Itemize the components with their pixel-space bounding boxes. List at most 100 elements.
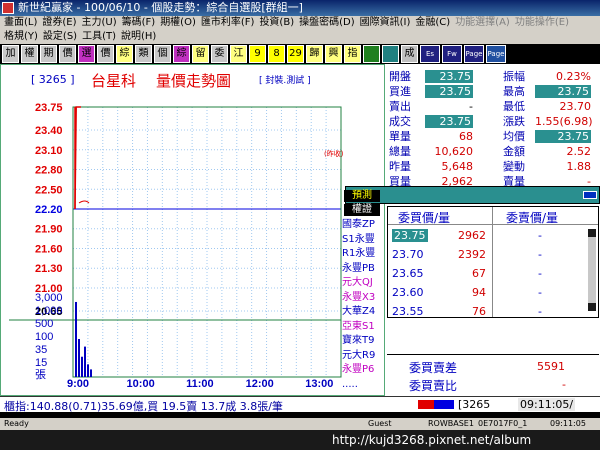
bid-price: 23.70 <box>392 248 424 261</box>
toolbar-button[interactable]: 29 <box>287 45 304 63</box>
bid-price: 23.75 <box>392 229 428 242</box>
quote-label: 成交 <box>389 115 411 128</box>
menu-item[interactable]: 畫面(L) <box>4 16 37 30</box>
ask-entry: - <box>538 286 542 299</box>
toolbar-button[interactable] <box>382 45 399 63</box>
scroll-down-arrow[interactable] <box>588 303 596 311</box>
menu-row-secondary: 格規(Y) 設定(S) 工具(T) 說明(H) <box>4 30 161 44</box>
toolbar-button[interactable]: 權 <box>21 45 38 63</box>
broker-item[interactable]: 元大R9 <box>342 349 375 362</box>
broker-item[interactable]: 大華Z4 <box>342 305 375 318</box>
chart-panel: 23.75 23.40 23.10 22.80 22.50 22.20 21.90 21.60… <box>0 64 385 396</box>
volume-tick-label: 張 <box>35 368 46 381</box>
toolbar-button[interactable]: 加 <box>2 45 19 63</box>
toolbar-button[interactable]: 個 <box>154 45 171 63</box>
price-tick-label: 21.90 <box>35 224 63 236</box>
quote-label: 變動 <box>503 160 525 173</box>
price-line <box>74 106 81 210</box>
toolbar-button[interactable]: 歸 <box>306 45 323 63</box>
quote-label: 開盤 <box>389 70 411 83</box>
broker-item[interactable]: S1永豐 <box>342 233 375 246</box>
toolbar-button[interactable]: Es <box>420 45 440 63</box>
ask-entry: - <box>538 248 542 261</box>
broker-item[interactable]: 永豐P6 <box>342 363 374 376</box>
menu-item[interactable]: 格規(Y) <box>4 30 38 44</box>
price-tick-label: 23.75 <box>35 102 63 114</box>
toolbar-button[interactable]: 綜 <box>116 45 133 63</box>
menu-item[interactable]: 期權(O) <box>160 16 196 30</box>
menu-item[interactable]: 籌碼(F) <box>122 16 156 30</box>
predict-label[interactable]: 預測 <box>344 190 380 202</box>
app-icon[interactable] <box>2 2 14 14</box>
toolbar-button[interactable]: 指 <box>344 45 361 63</box>
price-volume-chart[interactable]: 23.75 23.40 23.10 22.80 22.50 22.20 21.90 21.60… <box>1 65 385 395</box>
divider-scroll-handle[interactable] <box>583 191 597 199</box>
broker-item[interactable]: 寶來T9 <box>342 334 374 347</box>
warrant-label[interactable]: 權證 <box>344 204 380 216</box>
order-book-split <box>492 207 493 317</box>
toolbar-button[interactable]: 興 <box>325 45 342 63</box>
ratio-value: - <box>562 378 566 391</box>
industry-tag: [ 封裝.測試 ] <box>259 76 311 86</box>
status-session: 0E7017F0_1 <box>478 419 528 428</box>
broker-item[interactable]: 國泰ZP <box>342 218 375 231</box>
price-tick-label: 23.10 <box>35 145 63 157</box>
toolbar-button[interactable]: 9 <box>249 45 266 63</box>
menu-item[interactable]: 功能選擇(A) <box>455 16 510 30</box>
toolbar-button[interactable]: 類 <box>135 45 152 63</box>
menu-item[interactable]: 功能操作(E) <box>515 16 569 30</box>
scroll-up-arrow[interactable] <box>588 229 596 237</box>
volume-bar <box>87 364 89 377</box>
broker-item[interactable]: 亞東S1 <box>342 320 375 333</box>
menu-item[interactable]: 工具(T) <box>82 30 116 44</box>
menu-item[interactable]: 金融(C) <box>415 16 450 30</box>
quote-label: 最高 <box>503 85 525 98</box>
menu-item[interactable]: 國際資訊(I) <box>360 16 411 30</box>
toolbar-button[interactable]: 江 <box>230 45 247 63</box>
toolbar-button[interactable]: 成 <box>401 45 418 63</box>
ticker-bar: 櫃指:140.88(0.71)35.69億,買 19.5賣 13.7成 3.8張… <box>0 396 600 413</box>
quote-value: 23.70 <box>559 100 592 113</box>
menu-item[interactable]: 匯市利率(F) <box>201 16 255 30</box>
toolbar-button[interactable]: 價 <box>97 45 114 63</box>
volume-bar <box>90 369 92 377</box>
toolbar-button[interactable]: 8 <box>268 45 285 63</box>
menu-item[interactable]: 投資(B) <box>259 16 294 30</box>
broker-list: 預測 權證 國泰ZP S1永豐 R1永豐永豐PB 元大QJ 永豐X3 大華Z4 亞東S1 寶來… <box>342 190 384 390</box>
toolbar-button[interactable]: 綜 <box>173 45 190 63</box>
toolbar-button[interactable]: Fw <box>442 45 462 63</box>
toolbar-button[interactable]: 留 <box>192 45 209 63</box>
toolbar-button[interactable]: 選 <box>78 45 95 63</box>
toolbar-button[interactable]: 期 <box>40 45 57 63</box>
broker-item[interactable]: 永豐PB <box>342 262 375 275</box>
order-summary: 委買賣差 5591 委買賣比 - <box>387 354 599 394</box>
price-tick-label: 23.40 <box>35 125 63 137</box>
broker-item[interactable]: R1永豐 <box>342 247 375 260</box>
menu-item[interactable]: 說明(H) <box>121 30 156 44</box>
toolbar-button[interactable]: 價 <box>59 45 76 63</box>
price-tick-label: 21.30 <box>35 263 63 275</box>
volume-tick-label: 100 <box>35 331 53 343</box>
diff-value: 5591 <box>537 360 565 373</box>
broker-item[interactable]: 永豐X3 <box>342 291 375 304</box>
toolbar-button[interactable]: Page <box>464 45 484 63</box>
quote-value: 0.23% <box>556 70 591 83</box>
toolbar-button[interactable]: Page <box>486 45 506 63</box>
toolbar-button[interactable] <box>363 45 380 63</box>
quote-label: 單量 <box>389 130 411 143</box>
bid-qty: 67 <box>472 267 486 280</box>
price-tick-label: 22.20 <box>35 204 63 216</box>
order-book-scrollbar[interactable] <box>588 229 596 311</box>
toolbar-button[interactable]: 委 <box>211 45 228 63</box>
quote-value: - <box>469 100 473 113</box>
menu-item[interactable]: 證券(E) <box>42 16 76 30</box>
quote-value: 23.75 <box>535 130 591 143</box>
menu-item[interactable]: 主力(U) <box>82 16 117 30</box>
menu-item[interactable]: 操盤密碼(D) <box>299 16 355 30</box>
broker-item[interactable]: ..... <box>342 378 358 391</box>
broker-item[interactable]: 元大QJ <box>342 276 373 289</box>
quote-value: 1.55(6.98) <box>535 115 593 128</box>
quote-value: 23.75 <box>535 85 591 98</box>
order-book: 委買價/量 委賣價/量 23.75 2962-23.70 2392-23.65 67-… <box>387 206 599 318</box>
menu-item[interactable]: 設定(S) <box>43 30 77 44</box>
